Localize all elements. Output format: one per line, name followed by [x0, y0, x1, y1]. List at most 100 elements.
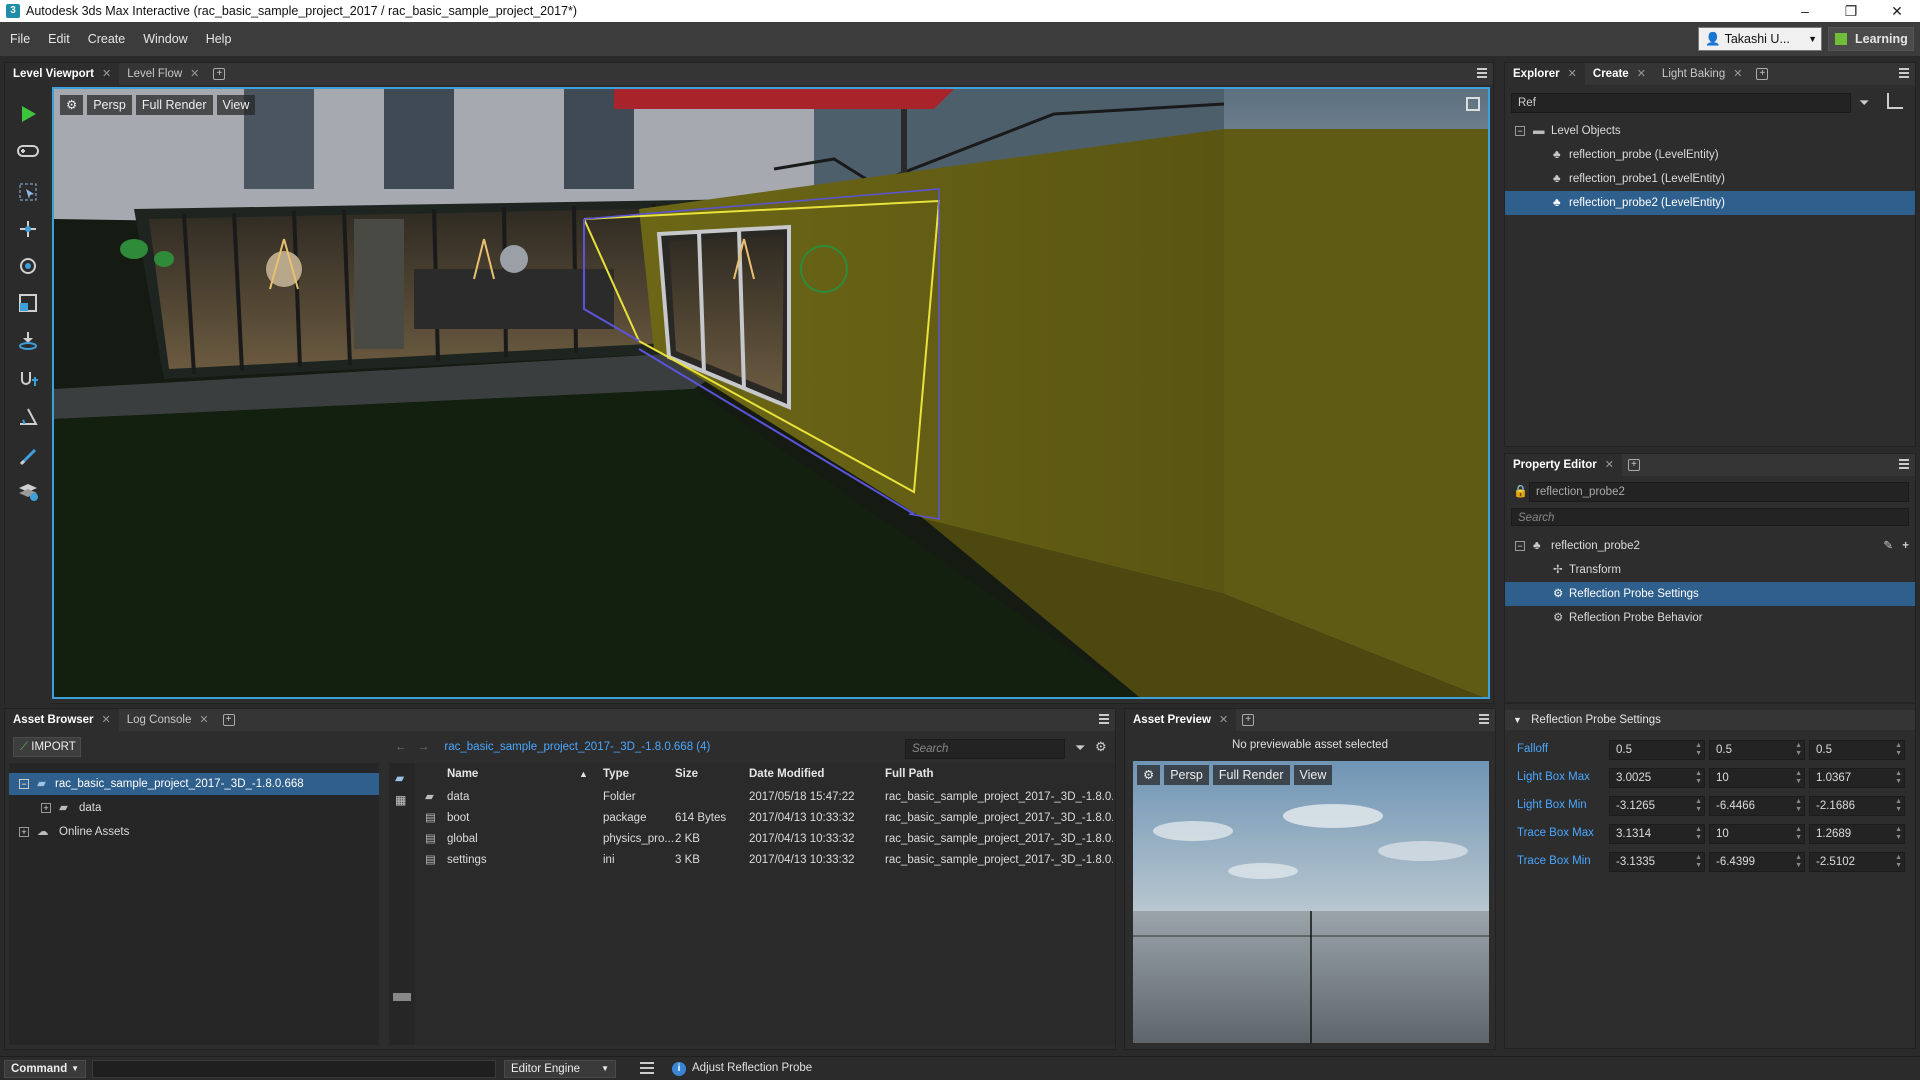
close-tab-icon[interactable]: ✕ — [1219, 709, 1228, 731]
panel-menu-icon[interactable] — [1479, 714, 1489, 724]
measure-tool-icon[interactable] — [14, 402, 42, 430]
file-row[interactable]: ▤ global physics_pro... 2 KB 2017/04/13 … — [415, 829, 1115, 850]
engine-dropdown[interactable]: Editor Engine ▼ — [504, 1060, 616, 1078]
log-list-icon[interactable] — [640, 1062, 654, 1074]
preview-view-button[interactable]: View — [1293, 765, 1333, 785]
spinner-icon[interactable]: ▲ ▼ — [1795, 854, 1802, 870]
trace-box-max-z-field[interactable]: 1.2689 ▲ ▼ — [1809, 824, 1905, 844]
layers-tool-icon[interactable] — [14, 478, 42, 506]
panel-menu-icon[interactable] — [1899, 459, 1909, 469]
component-root[interactable]: − ♣ reflection_probe2 ✎ + — [1505, 534, 1915, 558]
column-type[interactable]: Type — [603, 763, 629, 785]
section-header[interactable]: ▼ Reflection Probe Settings — [1505, 710, 1915, 730]
light-box-max-x-field[interactable]: 3.0025 ▲ ▼ — [1609, 768, 1705, 788]
back-arrow-icon[interactable]: ← — [395, 741, 407, 753]
tree-options-icon[interactable] — [1887, 93, 1903, 109]
close-tab-icon[interactable]: ✕ — [102, 709, 111, 731]
import-button[interactable]: ⟋ IMPORT — [13, 737, 81, 757]
forward-arrow-icon[interactable]: → — [418, 741, 430, 753]
menu-create[interactable]: Create — [88, 32, 126, 46]
filter-icon[interactable]: ⏷ — [1075, 740, 1085, 756]
project-root-item[interactable]: − ▰ rac_basic_sample_project_2017-_3D_-1… — [9, 773, 379, 795]
view-menu-button[interactable]: View — [216, 95, 256, 115]
spinner-icon[interactable]: ▲ ▼ — [1795, 742, 1802, 758]
component-transform[interactable]: ✢ Transform — [1505, 558, 1915, 582]
light-box-min-z-field[interactable]: -2.1686 ▲ ▼ — [1809, 796, 1905, 816]
close-tab-icon[interactable]: ✕ — [1733, 63, 1742, 85]
tab-create[interactable]: Create ✕ — [1585, 63, 1654, 85]
file-row[interactable]: ▰ data Folder 2017/05/18 15:47:22 rac_ba… — [415, 787, 1115, 808]
add-tab-button[interactable]: + — [1242, 714, 1255, 726]
preview-viewport[interactable]: ⚙ Persp Full Render View — [1133, 761, 1489, 1043]
close-tab-icon[interactable]: ✕ — [1568, 63, 1577, 85]
close-tab-icon[interactable]: ✕ — [102, 63, 111, 85]
scale-tool-icon[interactable] — [14, 289, 42, 317]
zoom-slider-handle[interactable] — [393, 993, 411, 1001]
minimize-button[interactable]: – — [1782, 0, 1828, 22]
tree-item-reflection-probe[interactable]: ♣ reflection_probe (LevelEntity) — [1505, 143, 1915, 167]
spinner-icon[interactable]: ▲ ▼ — [1695, 742, 1702, 758]
tree-item-reflection-probe1[interactable]: ♣ reflection_probe1 (LevelEntity) — [1505, 167, 1915, 191]
filter-icon[interactable]: ⏷ — [1859, 95, 1869, 111]
close-button[interactable]: ✕ — [1874, 0, 1920, 22]
user-account-dropdown[interactable]: 👤 Takashi U... ▼ — [1698, 27, 1822, 51]
level-viewport[interactable]: ⚙ Persp Full Render View — [52, 87, 1490, 699]
move-tool-icon[interactable] — [14, 215, 42, 243]
viewport-settings-gear-icon[interactable]: ⚙ — [60, 95, 84, 115]
project-data-item[interactable]: + ▰ data — [9, 797, 379, 819]
menu-edit[interactable]: Edit — [48, 32, 70, 46]
menu-help[interactable]: Help — [206, 32, 232, 46]
add-tab-button[interactable]: + — [1756, 68, 1769, 80]
add-tab-button[interactable]: + — [1627, 459, 1640, 471]
command-input[interactable] — [92, 1060, 496, 1078]
add-tab-button[interactable]: + — [222, 714, 235, 726]
rotate-tool-icon[interactable] — [14, 252, 42, 280]
lock-icon[interactable]: 🔒 — [1513, 484, 1528, 498]
file-row[interactable]: ▤ settings ini 3 KB 2017/04/13 10:33:32 … — [415, 850, 1115, 871]
menu-window[interactable]: Window — [143, 32, 187, 46]
explorer-search-input[interactable]: Ref — [1511, 93, 1851, 113]
spinner-icon[interactable]: ▲ ▼ — [1895, 798, 1902, 814]
render-mode-button[interactable]: Full Render — [135, 95, 213, 115]
collapse-icon[interactable]: − — [1515, 126, 1525, 136]
tree-item-reflection-probe2[interactable]: ♣ reflection_probe2 (LevelEntity) — [1505, 191, 1915, 215]
tab-log-console[interactable]: Log Console ✕ — [119, 709, 217, 731]
place-tool-icon[interactable] — [14, 326, 42, 354]
tab-asset-browser[interactable]: Asset Browser ✕ — [5, 709, 119, 731]
spinner-icon[interactable]: ▲ ▼ — [1895, 854, 1902, 870]
snap-tool-icon[interactable] — [14, 364, 42, 392]
column-full-path[interactable]: Full Path — [885, 763, 934, 785]
trace-box-max-y-field[interactable]: 10 ▲ ▼ — [1709, 824, 1805, 844]
spinner-icon[interactable]: ▲ ▼ — [1695, 770, 1702, 786]
preview-settings-gear-icon[interactable]: ⚙ — [1137, 765, 1161, 785]
play-button[interactable] — [14, 100, 42, 128]
column-size[interactable]: Size — [675, 763, 698, 785]
gamepad-icon[interactable] — [14, 137, 42, 165]
menu-file[interactable]: File — [10, 32, 30, 46]
sort-ascending-icon[interactable]: ▲ — [579, 763, 588, 785]
light-box-max-y-field[interactable]: 10 ▲ ▼ — [1709, 768, 1805, 788]
light-box-min-y-field[interactable]: -6.4466 ▲ ▼ — [1709, 796, 1805, 816]
spinner-icon[interactable]: ▲ ▼ — [1895, 742, 1902, 758]
online-assets-item[interactable]: + ☁ Online Assets — [9, 821, 379, 843]
add-component-icon[interactable]: + — [1902, 534, 1909, 558]
spinner-icon[interactable]: ▲ ▼ — [1695, 854, 1702, 870]
tab-explorer[interactable]: Explorer ✕ — [1505, 63, 1585, 85]
maximize-button[interactable]: ❐ — [1828, 0, 1874, 22]
command-mode-dropdown[interactable]: Command ▼ — [4, 1060, 86, 1078]
tree-root-level-objects[interactable]: − ▬ Level Objects — [1505, 119, 1915, 143]
expand-icon[interactable]: + — [19, 827, 29, 837]
column-date-modified[interactable]: Date Modified — [749, 763, 824, 785]
light-box-min-x-field[interactable]: -3.1265 ▲ ▼ — [1609, 796, 1705, 816]
spinner-icon[interactable]: ▲ ▼ — [1795, 798, 1802, 814]
spinner-icon[interactable]: ▲ ▼ — [1695, 826, 1702, 842]
settings-gear-icon[interactable]: ⚙ — [1095, 739, 1107, 755]
spinner-icon[interactable]: ▲ ▼ — [1895, 826, 1902, 842]
trace-box-min-z-field[interactable]: -2.5102 ▲ ▼ — [1809, 852, 1905, 872]
breadcrumb[interactable]: ← → rac_basic_sample_project_2017-_3D_-1… — [395, 741, 710, 753]
close-tab-icon[interactable]: ✕ — [190, 63, 199, 85]
camera-mode-button[interactable]: Persp — [87, 95, 132, 115]
collapse-icon[interactable]: − — [19, 779, 29, 789]
select-tool-icon[interactable] — [14, 178, 42, 206]
component-reflection-probe-settings[interactable]: ⚙ Reflection Probe Settings — [1505, 582, 1915, 606]
